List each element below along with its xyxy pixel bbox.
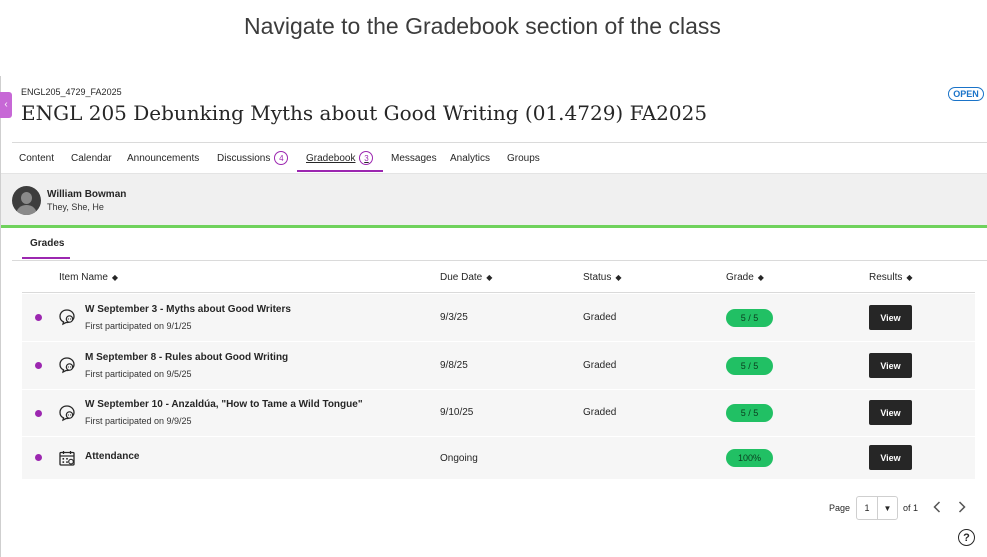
caret-down-icon: ▼ (883, 503, 892, 513)
item-subtitle: First participated on 9/9/25 (85, 416, 192, 426)
sort-icon: ◆ (111, 272, 119, 282)
help-icon[interactable]: ? (958, 529, 975, 546)
page-select-value: 1 (857, 497, 878, 519)
tab-discussions[interactable]: Discussions 4 (217, 143, 289, 173)
unread-dot (35, 362, 42, 369)
collapse-panel-tab[interactable]: ‹ (0, 92, 12, 118)
unread-dot (35, 454, 42, 461)
due-date: 9/3/25 (440, 312, 468, 323)
due-date: Ongoing (440, 453, 478, 464)
chevron-left-icon (933, 501, 941, 513)
calendar-icon (59, 451, 75, 466)
view-button[interactable]: View (869, 305, 912, 330)
view-button[interactable]: View (869, 445, 912, 470)
status-badge: OPEN (948, 87, 984, 101)
status-text: Graded (583, 312, 617, 323)
column-header-results[interactable]: Results ◆ (869, 272, 913, 283)
unread-dot (35, 314, 42, 321)
course-nav: Content Calendar Announcements Discussio… (12, 143, 987, 173)
due-date: 9/10/25 (440, 407, 474, 418)
discussion-icon (59, 357, 75, 374)
column-label: Results (869, 272, 903, 283)
chevron-left-icon: ‹ (4, 99, 8, 110)
student-pronouns: They, She, He (47, 202, 104, 212)
grade-pill: 5 / 5 (726, 309, 773, 327)
tab-content[interactable]: Content (19, 143, 54, 173)
tab-label: Messages (391, 152, 437, 164)
column-header-item-name[interactable]: Item Name ◆ (59, 272, 118, 283)
task-instruction: Navigate to the Gradebook section of the… (244, 13, 721, 39)
student-name: William Bowman (47, 189, 127, 200)
left-panel-border (0, 76, 1, 557)
student-header: William Bowman They, She, He (1, 173, 987, 226)
tab-analytics[interactable]: Analytics (450, 143, 490, 173)
tab-label: Analytics (450, 152, 491, 164)
tab-announcements[interactable]: Announcements (127, 143, 199, 173)
tab-grades[interactable]: Grades (30, 238, 64, 249)
count-badge: 4 (274, 151, 289, 165)
item-title[interactable]: Attendance (85, 451, 139, 462)
previous-page-button[interactable] (930, 499, 944, 515)
active-tab-indicator (22, 257, 70, 259)
item-title[interactable]: W September 3 - Myths about Good Writers (85, 304, 291, 315)
tab-gradebook[interactable]: Gradebook 3 (306, 143, 374, 173)
view-button[interactable]: View (869, 353, 912, 378)
column-header-due-date[interactable]: Due Date ◆ (440, 272, 492, 283)
tab-label: Gradebook (306, 152, 356, 164)
tab-label: Groups (507, 152, 540, 164)
due-date: 9/8/25 (440, 360, 468, 371)
column-label: Status (583, 272, 612, 283)
item-title[interactable]: M September 8 - Rules about Good Writing (85, 352, 288, 363)
sort-icon: ◆ (757, 272, 764, 282)
status-text: Graded (583, 360, 617, 371)
item-subtitle: First participated on 9/1/25 (85, 321, 192, 331)
page-select[interactable]: 1 ▼ (856, 496, 898, 520)
sort-icon: ◆ (906, 272, 913, 282)
pager-total: of 1 (903, 503, 919, 513)
sort-icon: ◆ (486, 272, 493, 282)
view-button[interactable]: View (869, 400, 912, 425)
tab-label: Discussions (217, 152, 271, 164)
column-header-grade[interactable]: Grade ◆ (726, 272, 764, 283)
next-page-button[interactable] (955, 499, 969, 515)
chevron-right-icon (958, 501, 966, 513)
avatar-head-shape (21, 192, 32, 204)
sort-icon: ◆ (615, 272, 622, 282)
tab-label: Announcements (127, 152, 200, 164)
grade-pill: 5 / 5 (726, 357, 773, 375)
item-title[interactable]: W September 10 - Anzaldúa, "How to Tame … (85, 399, 363, 410)
tab-calendar[interactable]: Calendar (71, 143, 112, 173)
divider (12, 260, 987, 261)
divider (22, 292, 975, 293)
tab-groups[interactable]: Groups (507, 143, 540, 173)
column-header-status[interactable]: Status ◆ (583, 272, 622, 283)
table-row: W September 10 - Anzaldúa, "How to Tame … (22, 390, 975, 436)
grade-pill: 100% (726, 449, 773, 467)
item-subtitle: First participated on 9/5/25 (85, 369, 192, 379)
pager-label: Page (829, 503, 851, 513)
discussion-icon (59, 309, 75, 326)
active-tab-indicator (297, 170, 383, 172)
course-code: ENGL205_4729_FA2025 (21, 87, 122, 97)
table-row: Attendance Ongoing 100% View (22, 437, 975, 479)
tab-messages[interactable]: Messages (391, 143, 437, 173)
unread-dot (35, 410, 42, 417)
tab-label: Content (19, 152, 55, 164)
status-text: Graded (583, 407, 617, 418)
column-label: Item Name (59, 272, 108, 283)
table-row: W September 3 - Myths about Good Writers… (22, 294, 975, 341)
grade-pill: 5 / 5 (726, 404, 773, 422)
count-badge: 3 (359, 151, 374, 165)
tab-label: Calendar (71, 152, 112, 164)
column-label: Due Date (440, 272, 483, 283)
column-label: Grade (726, 272, 754, 283)
table-row: M September 8 - Rules about Good Writing… (22, 342, 975, 389)
discussion-icon (59, 405, 75, 422)
highlight-bar (1, 225, 987, 228)
page-title: ENGL 205 Debunking Myths about Good Writ… (21, 101, 708, 125)
avatar-body-shape (16, 205, 37, 215)
avatar (12, 186, 41, 215)
